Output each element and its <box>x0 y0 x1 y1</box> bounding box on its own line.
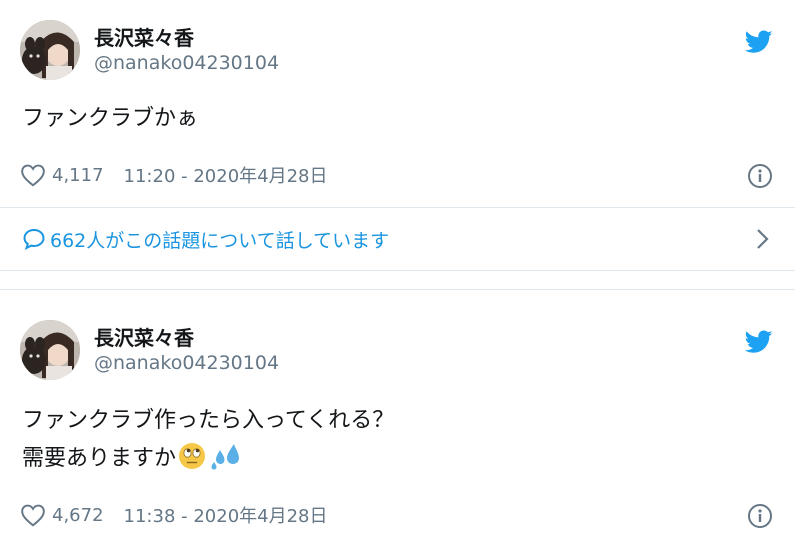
tweet-card: 長沢菜々香 @nanako04230104 ファンクラブ作ったら入ってくれる？ … <box>0 300 795 542</box>
like-count: 4,672 <box>52 504 104 526</box>
user-handle[interactable]: @nanako04230104 <box>94 352 279 374</box>
tweet-text-line: 需要ありますか <box>22 440 394 478</box>
avatar[interactable] <box>20 20 80 80</box>
like-count: 4,117 <box>52 164 104 186</box>
speech-bubble-icon <box>23 228 45 250</box>
info-icon[interactable] <box>747 503 773 529</box>
display-name[interactable]: 長沢菜々香 <box>94 22 194 51</box>
heart-icon[interactable] <box>20 163 46 187</box>
divider <box>0 270 795 271</box>
twitter-bird-icon[interactable] <box>745 30 773 54</box>
twitter-bird-icon[interactable] <box>745 330 773 354</box>
chevron-right-icon[interactable] <box>755 228 769 250</box>
face-with-rolling-eyes-icon <box>179 443 206 469</box>
tweet-text-line: ファンクラブ作ったら入ってくれる？ <box>22 408 395 433</box>
tweet-text-line: ファンクラブかぁ <box>22 106 199 131</box>
tweet-card: 長沢菜々香 @nanako04230104 ファンクラブかぁ 4,117 11:… <box>0 0 795 206</box>
tweet-meta: 4,672 11:38 - 2020年4月28日 <box>20 500 328 530</box>
sweat-droplets-icon <box>211 444 240 470</box>
user-handle[interactable]: @nanako04230104 <box>94 52 279 74</box>
timestamp[interactable]: 11:20 - 2020年4月28日 <box>124 162 328 188</box>
tweet-text-line-part: 需要ありますか <box>22 446 177 471</box>
timestamp[interactable]: 11:38 - 2020年4月28日 <box>124 502 328 528</box>
tweet-meta: 4,117 11:20 - 2020年4月28日 <box>20 160 328 190</box>
heart-icon[interactable] <box>20 503 46 527</box>
info-icon[interactable] <box>747 163 773 189</box>
conversation-label[interactable]: 662人がこの話題について話しています <box>50 226 389 253</box>
divider <box>0 289 795 290</box>
avatar[interactable] <box>20 320 80 380</box>
tweet-text: ファンクラブかぁ <box>22 100 198 138</box>
tweet-text: ファンクラブ作ったら入ってくれる？ 需要ありますか <box>22 402 394 478</box>
display-name[interactable]: 長沢菜々香 <box>94 322 194 351</box>
conversation-link[interactable]: 662人がこの話題について話しています <box>0 208 795 270</box>
